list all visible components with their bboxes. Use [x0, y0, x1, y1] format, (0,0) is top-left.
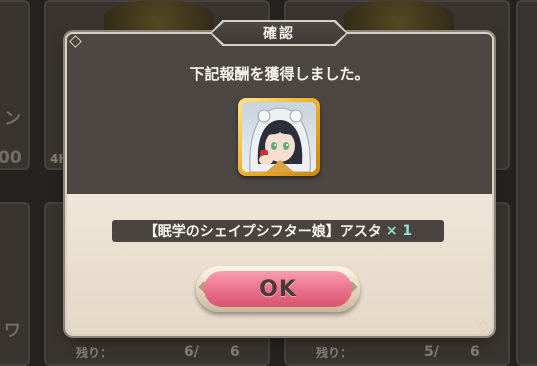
- dialog-title: 確認: [263, 26, 295, 42]
- reward-icon-frame: [238, 98, 320, 176]
- reward-name-plate: 【眠学のシェイプシフター娘】アスタ × 1: [112, 220, 444, 242]
- reward-name: 【眠学のシェイプシフター娘】アスタ: [143, 224, 382, 240]
- reward-quantity: × 1: [385, 223, 413, 239]
- reward-character-portrait: [242, 102, 316, 172]
- ok-button[interactable]: OK: [196, 266, 360, 312]
- dialog-body-panel: [67, 194, 492, 334]
- ok-button-face[interactable]: OK: [204, 271, 352, 307]
- reward-message: 下記報酬を獲得しました。: [189, 65, 370, 83]
- ok-button-label: OK: [259, 276, 297, 302]
- dialog-title-tab: 確認: [212, 22, 346, 44]
